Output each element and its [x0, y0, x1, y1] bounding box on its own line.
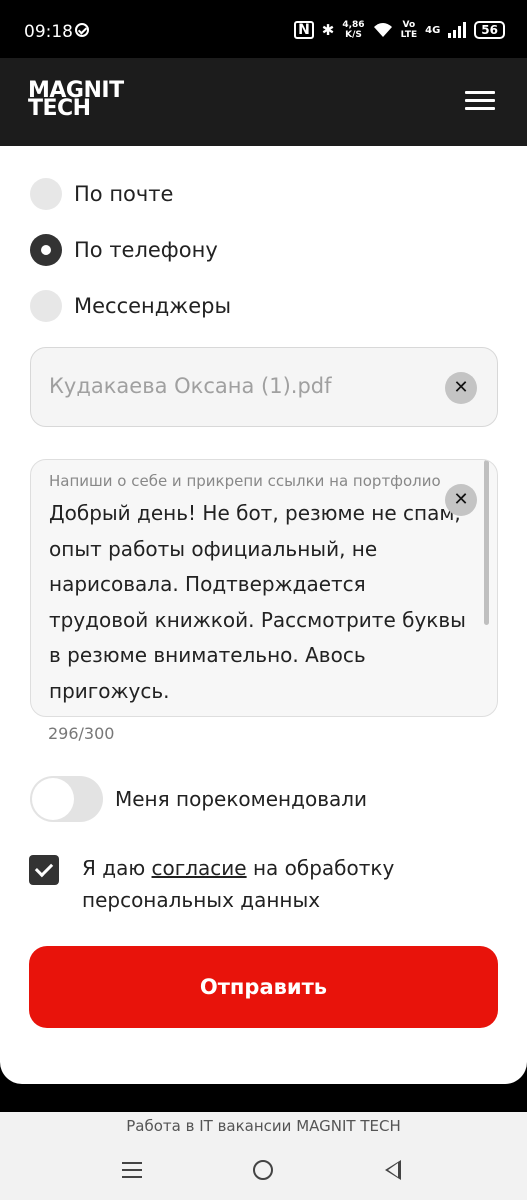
magnit-tech-logo[interactable]: MAGNIT TECH: [28, 80, 124, 120]
radio-button-selected[interactable]: [30, 234, 62, 266]
site-title: Работа в IT вакансии MAGNIT TECH: [126, 1117, 401, 1135]
menu-icon[interactable]: [465, 91, 495, 111]
contact-option-phone[interactable]: По телефону: [30, 234, 218, 266]
textarea-scrollbar[interactable]: [484, 460, 489, 625]
home-icon[interactable]: [253, 1160, 273, 1180]
application-form: По почте По телефону Мессенджеры Кудакае…: [0, 146, 527, 1084]
signal-icon: [448, 22, 467, 38]
consent-link[interactable]: согласие: [152, 856, 247, 880]
network-type: 4G: [425, 24, 441, 36]
wifi-icon: [373, 23, 392, 37]
status-bar: 09:18 N ✱ 4,86 K/S Vo LTE 4G 56: [0, 0, 527, 58]
network-speed: 4,86 K/S: [342, 20, 364, 40]
volte-bottom: LTE: [400, 30, 418, 40]
recommend-label: Меня порекомендовали: [115, 787, 368, 811]
contact-option-label: По почте: [74, 182, 174, 206]
recent-apps-icon[interactable]: [122, 1162, 142, 1183]
radio-button[interactable]: [30, 178, 62, 210]
status-time: 09:18: [24, 22, 73, 42]
status-icons: N ✱ 4,86 K/S Vo LTE 4G 56: [294, 20, 505, 40]
character-counter: 296/300: [48, 724, 115, 743]
speed-unit: K/S: [345, 30, 362, 40]
attached-file-field[interactable]: Кудакаева Оксана (1).pdf ✕: [30, 347, 498, 427]
speed-value: 4,86: [342, 20, 365, 30]
about-textarea[interactable]: Напиши о себе и прикрепи ссылки на портф…: [30, 459, 498, 717]
toggle-knob: [32, 778, 74, 820]
radio-button[interactable]: [30, 290, 62, 322]
submit-button[interactable]: Отправить: [29, 946, 498, 1028]
volte-indicator: Vo LTE: [401, 20, 418, 40]
battery-icon: 56: [474, 21, 505, 39]
browser-bottom-bar: Работа в IT вакансии MAGNIT TECH: [0, 1112, 527, 1200]
volte-top: Vo: [402, 20, 416, 30]
app-header: MAGNIT TECH: [0, 58, 527, 146]
back-icon[interactable]: [385, 1160, 401, 1180]
contact-option-email[interactable]: По почте: [30, 178, 173, 210]
contact-option-label: Мессенджеры: [74, 294, 232, 318]
consent-checkbox[interactable]: [29, 855, 59, 885]
contact-option-messengers[interactable]: Мессенджеры: [30, 290, 231, 322]
remove-file-close-icon[interactable]: ✕: [445, 372, 477, 404]
nfc-icon: N: [294, 21, 314, 39]
consent-prefix: Я даю: [82, 856, 152, 880]
clear-text-close-icon[interactable]: ✕: [445, 484, 477, 516]
about-label: Напиши о себе и прикрепи ссылки на портф…: [49, 472, 441, 490]
consent-text: Я даю согласие на обработку персональных…: [82, 852, 482, 916]
attached-file-name: Кудакаева Оксана (1).pdf: [49, 374, 332, 398]
recommend-toggle[interactable]: [30, 776, 103, 822]
contact-option-label: По телефону: [74, 238, 218, 262]
sync-check-icon: [75, 23, 89, 37]
about-text[interactable]: Добрый день! Не бот, резюме не спам, опы…: [49, 496, 467, 709]
bluetooth-icon: ✱: [321, 21, 335, 39]
